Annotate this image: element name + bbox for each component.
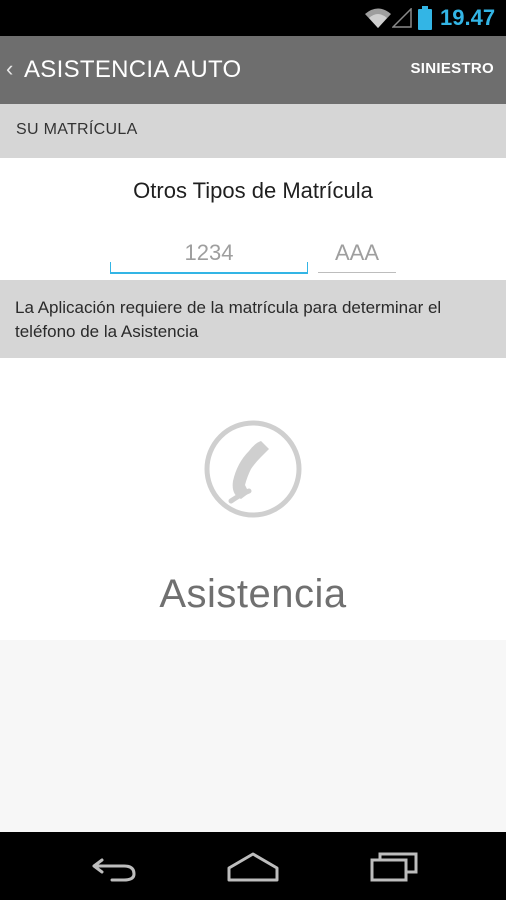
status-bar: 19.47 (0, 0, 506, 36)
signal-icon (392, 8, 412, 28)
battery-icon (418, 6, 432, 30)
siniestro-button[interactable]: SINIESTRO (410, 60, 494, 77)
section-header: SU MATRÍCULA (0, 104, 506, 158)
input-edge-left (110, 262, 111, 272)
chevron-left-icon[interactable]: ‹ (6, 56, 13, 82)
input-edge-right (307, 262, 308, 272)
section-header-label: SU MATRÍCULA (16, 121, 138, 138)
screen: 19.47 ‹ ASISTENCIA AUTO SINIESTRO SU MAT… (0, 0, 506, 900)
clock: 19.47 (440, 5, 496, 30)
plate-letters-input[interactable] (318, 234, 396, 273)
wifi-icon (365, 8, 391, 28)
recent-apps-icon[interactable] (364, 846, 424, 886)
page-title[interactable]: ASISTENCIA AUTO (24, 54, 241, 86)
plate-number-input[interactable] (110, 234, 308, 274)
empty-area (0, 640, 506, 832)
home-icon[interactable] (223, 846, 283, 886)
assistance-label: Asistencia (159, 572, 347, 616)
back-icon[interactable] (82, 846, 142, 886)
action-bar: ‹ ASISTENCIA AUTO SINIESTRO (0, 36, 506, 104)
info-banner: La Aplicación requiere de la matrícula p… (0, 280, 506, 358)
navigation-bar (0, 832, 506, 900)
plate-block: Otros Tipos de Matrícula (0, 158, 506, 280)
assistance-button[interactable]: Asistencia (0, 358, 506, 640)
phone-icon (204, 420, 302, 518)
info-message: La Aplicación requiere de la matrícula p… (15, 298, 442, 341)
other-plate-types-link[interactable]: Otros Tipos de Matrícula (0, 178, 506, 204)
